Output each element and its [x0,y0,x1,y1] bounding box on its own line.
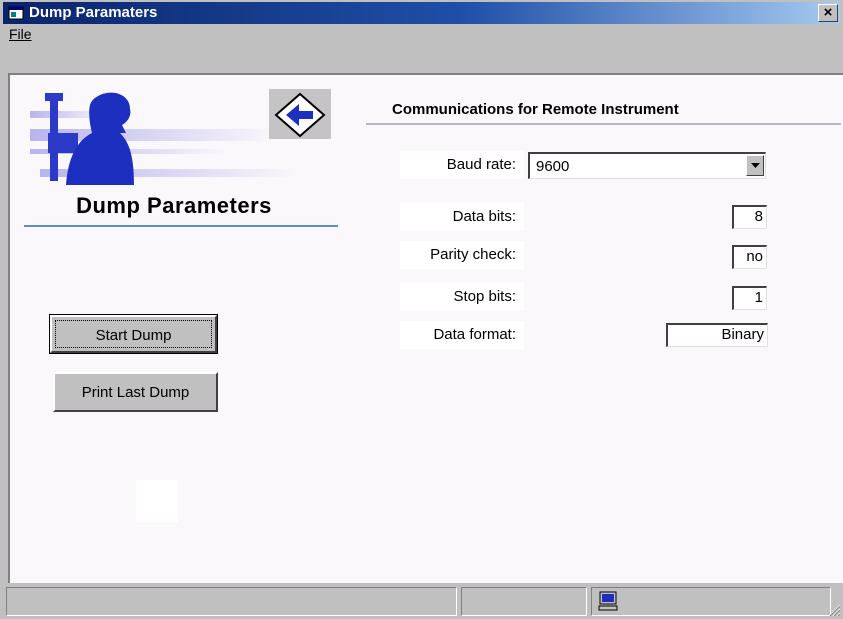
window-app-icon [8,6,24,20]
heading-underline [24,225,338,227]
chevron-down-icon [751,163,760,168]
blank-panel [136,480,178,522]
data-format-field[interactable]: Binary [666,323,768,347]
menu-file[interactable]: File [9,26,32,42]
data-bits-label: Data bits: [400,203,524,231]
data-bits-field[interactable]: 8 [732,205,767,229]
status-panel-2 [461,587,587,616]
print-last-dump-label: Print Last Dump [81,384,190,401]
back-button[interactable] [269,89,331,139]
print-last-dump-button[interactable]: Print Last Dump [53,372,218,412]
app-window: Dump Paramaters × File Dump Parameters S… [0,0,843,619]
parity-check-label: Parity check: [400,241,524,269]
baud-rate-label: Baud rate: [400,151,524,179]
menu-file-label: File [9,26,32,42]
communications-divider [366,123,841,125]
data-format-label: Data format: [400,321,524,349]
stop-bits-field[interactable]: 1 [732,286,767,310]
start-dump-button[interactable]: Start Dump [49,314,218,354]
baud-rate-value: 9600 [536,158,570,175]
status-bar [3,584,843,619]
baud-rate-dropdown-button[interactable] [746,155,764,176]
title-bar[interactable]: Dump Paramaters × [3,2,840,24]
dump-parameters-heading: Dump Parameters [76,193,272,218]
window-title: Dump Paramaters [29,4,158,21]
close-icon: × [823,4,833,21]
communications-title: Communications for Remote Instrument [392,101,679,118]
status-panel-main [6,587,457,616]
status-panel-3 [591,587,831,616]
stop-bits-label: Stop bits: [400,283,524,311]
back-arrow-icon [274,92,326,138]
parity-check-field[interactable]: no [732,245,767,269]
resize-grip-icon[interactable] [827,603,841,617]
client-area: Dump Parameters Start Dump Print Last Du… [8,73,843,583]
menu-bar: File [3,24,840,72]
close-button[interactable]: × [818,4,838,22]
baud-rate-select[interactable]: 9600 [528,152,766,179]
computer-icon [598,591,618,611]
communications-header: Communications for Remote Instrument [366,101,841,119]
start-dump-label: Start Dump [95,327,172,344]
